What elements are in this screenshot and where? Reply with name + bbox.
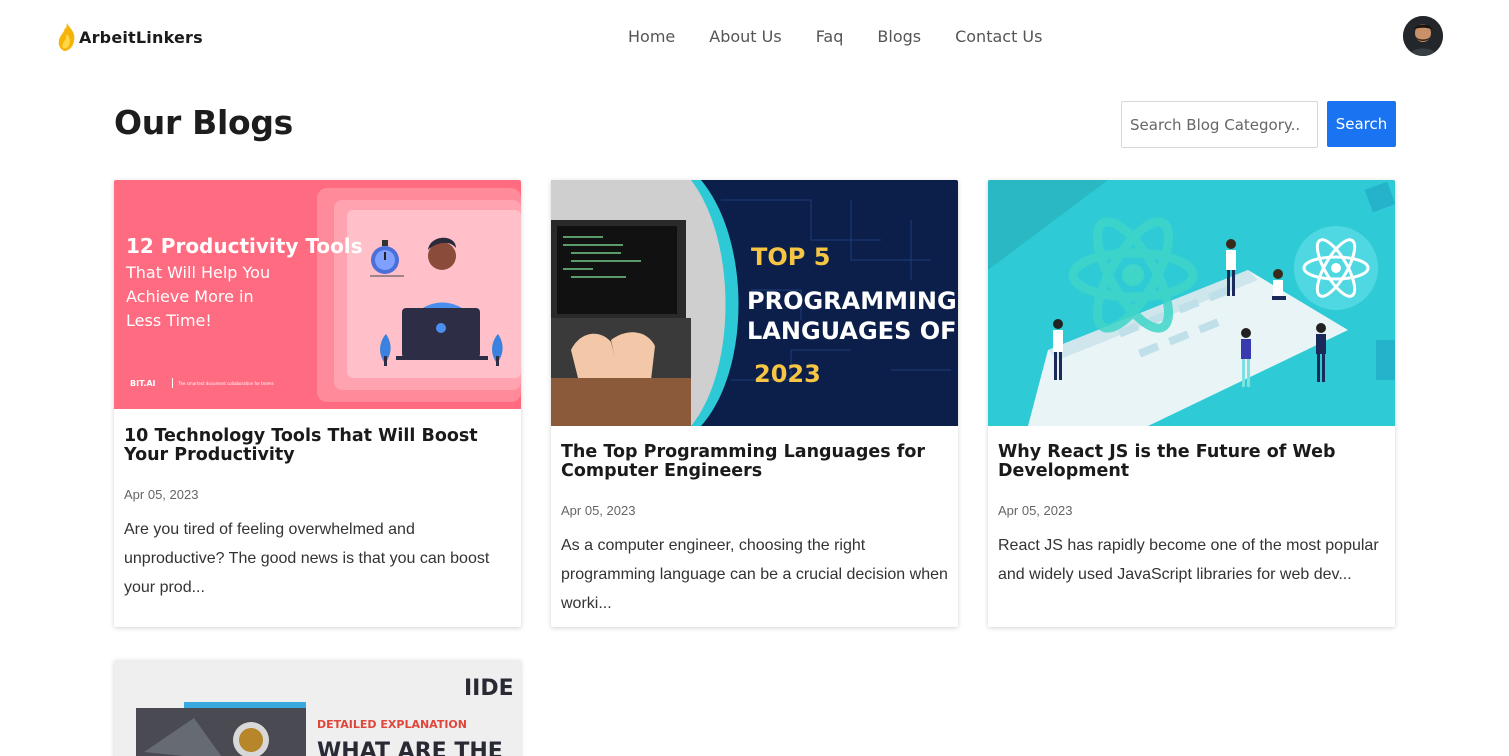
blog-card[interactable]: 12 Productivity Tools That Will Help You… [114, 180, 521, 627]
blog-card-excerpt: Are you tired of feeling overwhelmed and… [124, 521, 490, 596]
detailed-explanation-illustration: IIDE DETAILED EXPLANATION WHAT ARE THE [114, 660, 521, 756]
blog-card-image: 12 Productivity Tools That Will Help You… [114, 180, 521, 409]
blog-card[interactable]: TOP 5 PROGRAMMING LANGUAGES OF 2023 The … [551, 180, 958, 627]
image-text-line4: Less Time! [126, 311, 212, 330]
blog-card-title[interactable]: 10 Technology Tools That Will Boost Your… [124, 427, 511, 465]
image-text-line3: LANGUAGES OF [747, 317, 957, 345]
image-text-line3: Achieve More in [126, 287, 254, 306]
image-headline: WHAT ARE THE [317, 739, 503, 756]
blog-card-body: The Top Programming Languages for Comput… [551, 443, 958, 618]
search-button[interactable]: Search [1327, 101, 1396, 147]
iide-logo: IIDE [464, 676, 514, 701]
blog-card-date: Apr 05, 2023 [998, 503, 1073, 518]
blog-card-title[interactable]: Why React JS is the Future of Web Develo… [998, 443, 1385, 481]
blog-card-image: IIDE DETAILED EXPLANATION WHAT ARE THE [114, 660, 521, 756]
navbar: ArbeitLinkers Home About Us Faq Blogs Co… [0, 0, 1509, 76]
image-brand: BIT.AI [130, 379, 156, 388]
blog-card-image [988, 180, 1395, 426]
blog-card-date: Apr 05, 2023 [124, 487, 199, 502]
image-tagline: The smartest document collaboration for … [177, 381, 274, 386]
nav-link-about-us[interactable]: About Us [709, 27, 781, 46]
image-text-line4: 2023 [754, 360, 821, 388]
image-kicker: DETAILED EXPLANATION [317, 718, 467, 731]
image-text-line1: 12 Productivity Tools [126, 234, 363, 258]
user-avatar[interactable] [1403, 16, 1443, 56]
blog-card-image: TOP 5 PROGRAMMING LANGUAGES OF 2023 [551, 180, 958, 426]
brand-logo[interactable]: ArbeitLinkers [57, 22, 203, 52]
blog-card-date: Apr 05, 2023 [561, 503, 636, 518]
nav-link-home[interactable]: Home [628, 27, 675, 46]
nav-link-contact-us[interactable]: Contact Us [955, 27, 1042, 46]
page-title: Our Blogs [114, 103, 294, 142]
programming-languages-illustration: TOP 5 PROGRAMMING LANGUAGES OF 2023 [551, 180, 958, 426]
productivity-illustration: 12 Productivity Tools That Will Help You… [114, 180, 521, 409]
search-input[interactable] [1121, 101, 1318, 148]
blog-card-body: Why React JS is the Future of Web Develo… [988, 443, 1395, 589]
flame-icon [58, 23, 75, 51]
brand-name: ArbeitLinkers [79, 27, 203, 47]
blog-card[interactable]: IIDE DETAILED EXPLANATION WHAT ARE THE [114, 660, 521, 756]
blog-card-excerpt: React JS has rapidly become one of the m… [998, 537, 1379, 583]
nav-link-blogs[interactable]: Blogs [877, 27, 921, 46]
image-text-line2: That Will Help You [125, 263, 270, 282]
nav-links: Home About Us Faq Blogs Contact Us [628, 27, 1042, 46]
blog-card-excerpt: As a computer engineer, choosing the rig… [561, 537, 948, 612]
blog-card[interactable]: Why React JS is the Future of Web Develo… [988, 180, 1395, 627]
blog-card-title[interactable]: The Top Programming Languages for Comput… [561, 443, 948, 481]
nav-link-faq[interactable]: Faq [816, 27, 844, 46]
blog-card-body: 10 Technology Tools That Will Boost Your… [114, 427, 521, 602]
avatar-image [1403, 16, 1443, 56]
image-text-line1: TOP 5 [751, 243, 830, 271]
react-illustration [988, 180, 1395, 426]
image-text-line2: PROGRAMMING [747, 287, 957, 315]
